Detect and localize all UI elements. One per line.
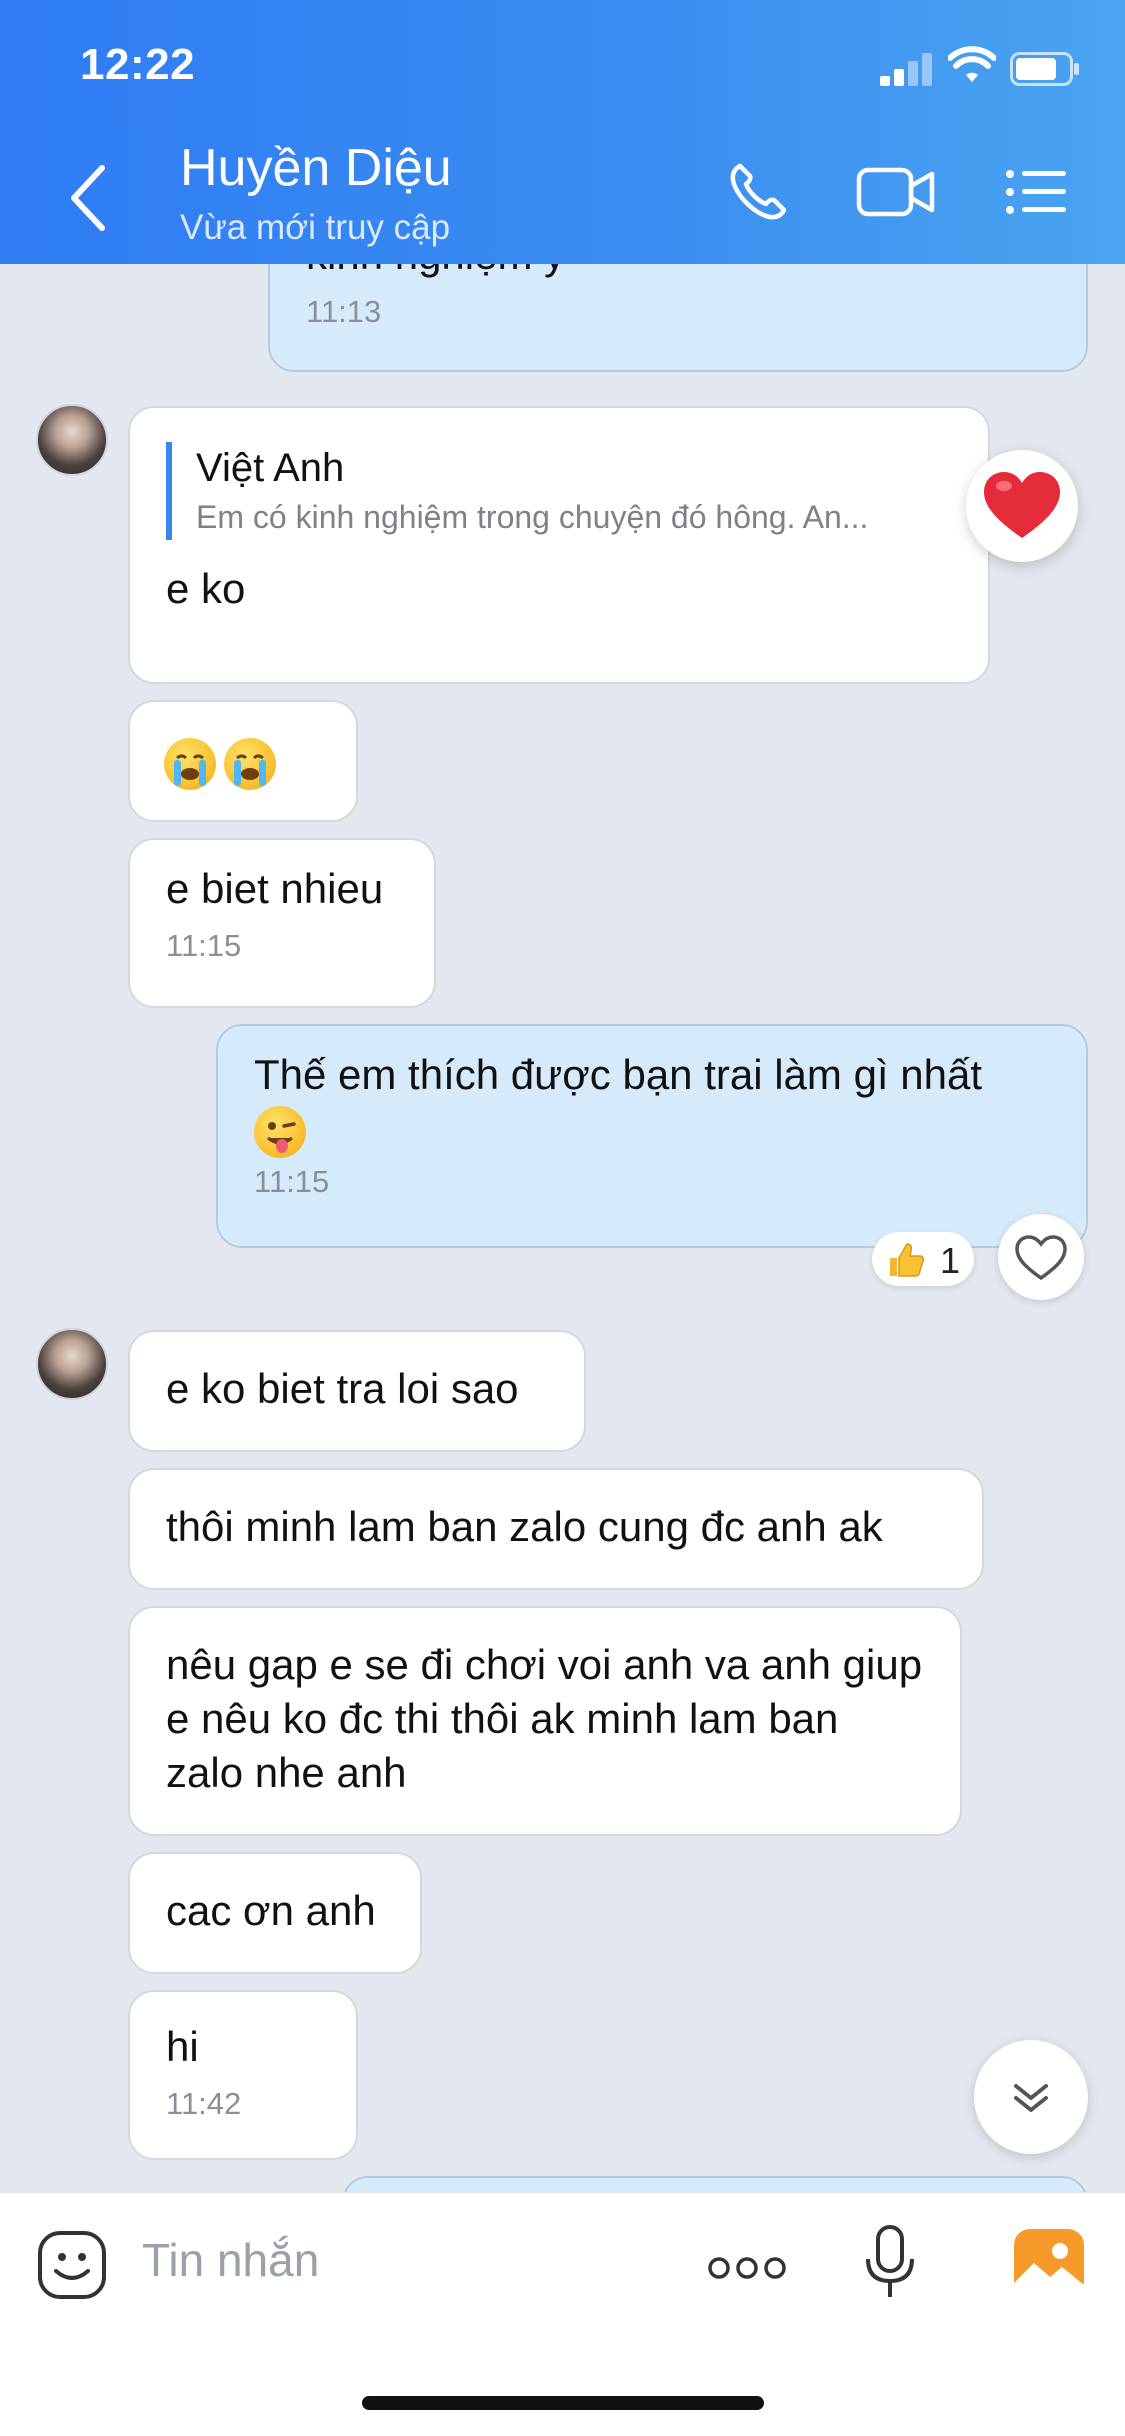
incoming-message[interactable]: thôi minh lam ban zalo cung đc anh ak	[128, 1468, 984, 1590]
chat-header: 12:22 Huyền Diệu Vừa mới truy cập	[0, 0, 1125, 264]
message-input[interactable]: Tin nhắn	[142, 2233, 319, 2287]
quote-text: Em có kinh nghiệm trong chuyện đó hông. …	[196, 499, 869, 535]
contact-status: Vừa mới truy cập	[180, 208, 451, 247]
incoming-message[interactable]: e biet nhieu 11:15	[128, 838, 436, 1008]
incoming-message[interactable]: nêu gap e se đi chơi voi anh va anh giup…	[128, 1606, 962, 1836]
message-text: nêu gap e se đi chơi voi anh va anh giup…	[166, 1641, 923, 1796]
home-indicator[interactable]	[362, 2396, 764, 2410]
thumbs-up-icon	[890, 1243, 925, 1277]
avatar[interactable]	[36, 404, 108, 476]
heart-outline-icon	[1015, 1235, 1067, 1281]
crying-face-icon	[224, 737, 276, 790]
phone-icon[interactable]	[726, 160, 790, 224]
wifi-icon	[948, 46, 996, 82]
crying-face-icon	[164, 737, 216, 790]
incoming-message[interactable]: Việt Anh Em có kinh nghiệm trong chuyện …	[128, 406, 990, 684]
sticker-icon[interactable]	[36, 2229, 108, 2301]
microphone-icon[interactable]	[862, 2223, 918, 2303]
message-text: Thế em thích được bạn trai làm gì nhất	[254, 1051, 983, 1098]
incoming-message[interactable]	[128, 700, 358, 822]
outgoing-message[interactable]: kinh nghiệm ý 11:13	[268, 264, 1088, 372]
winking-tongue-face-icon	[254, 1105, 306, 1158]
back-icon[interactable]	[60, 160, 120, 236]
react-heart-button[interactable]	[998, 1214, 1084, 1300]
message-text: thôi minh lam ban zalo cung đc anh ak	[166, 1503, 883, 1550]
more-options-icon[interactable]	[706, 2253, 788, 2283]
incoming-message[interactable]: e ko biet tra loi sao	[128, 1330, 586, 1452]
avatar[interactable]	[36, 1328, 108, 1400]
message-text: e ko biet tra loi sao	[166, 1365, 519, 1412]
message-time: 11:15	[166, 928, 242, 963]
message-text: e ko	[166, 565, 246, 612]
message-time: 11:15	[254, 1163, 330, 1199]
message-text: cac ơn anh	[166, 1887, 376, 1934]
double-chevron-down-icon	[1014, 2084, 1048, 2112]
quoted-message[interactable]: Việt Anh Em có kinh nghiệm trong chuyện …	[166, 442, 952, 540]
message-time: 11:42	[166, 2086, 242, 2121]
scroll-to-bottom-button[interactable]	[974, 2040, 1088, 2154]
message-time: 11:13	[306, 294, 382, 329]
reaction-count: 1	[940, 1240, 961, 1281]
outgoing-message[interactable]: Thế em thích được bạn trai làm gì nhất 1…	[216, 1024, 1088, 1248]
message-text: hi	[166, 2023, 199, 2070]
cellular-signal-icon	[880, 52, 934, 86]
menu-list-icon[interactable]	[1004, 160, 1068, 224]
status-time: 12:22	[80, 40, 196, 89]
quote-author: Việt Anh	[196, 446, 345, 490]
battery-icon	[1010, 52, 1079, 86]
message-list[interactable]: kinh nghiệm ý 11:13 Việt Anh Em có kinh …	[0, 264, 1125, 2192]
outgoing-message[interactable]	[342, 2176, 1088, 2192]
video-call-icon[interactable]	[856, 160, 936, 224]
message-text: kinh nghiệm ý	[306, 264, 565, 278]
incoming-message[interactable]: hi 11:42	[128, 1990, 358, 2160]
like-reaction-badge[interactable]: 1	[872, 1232, 974, 1286]
message-text: e biet nhieu	[166, 865, 384, 912]
heart-reaction-icon[interactable]	[966, 450, 1078, 562]
incoming-message[interactable]: cac ơn anh	[128, 1852, 422, 1974]
contact-name[interactable]: Huyền Diệu	[180, 138, 452, 198]
image-gallery-icon[interactable]	[1012, 2227, 1086, 2299]
